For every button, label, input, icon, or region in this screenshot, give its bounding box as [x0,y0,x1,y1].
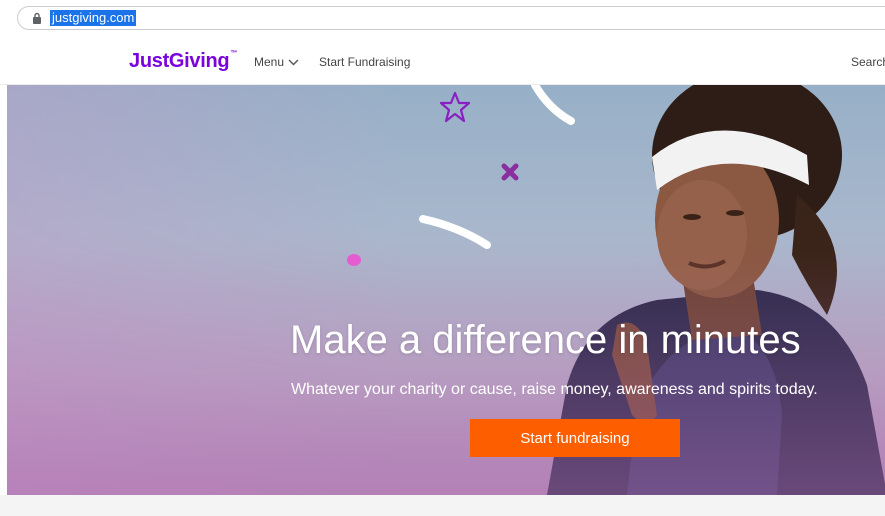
hero-bottom-tint [7,249,885,495]
hero-title: Make a difference in minutes [290,318,801,362]
star-icon [439,91,471,123]
hero-subtitle: Whatever your charity or cause, raise mo… [291,381,818,398]
chevron-down-icon [288,59,299,65]
white-streak-icon [419,215,491,249]
logo-text: JustGiving [129,50,230,72]
white-streak-icon [531,85,575,125]
browser-address-bar: justgiving.com [0,0,885,40]
cross-confetti-icon [501,163,519,181]
justgiving-logo[interactable]: JustGiving™ [129,50,237,73]
menu-label: Menu [254,55,285,69]
url-text[interactable]: justgiving.com [50,10,137,26]
pink-dot-icon [347,254,361,266]
hero-banner: Make a difference in minutes Whatever yo… [7,85,885,495]
url-field[interactable]: justgiving.com [17,6,885,30]
site-header: JustGiving™ Menu Start Fundraising Searc… [0,40,885,85]
search-link[interactable]: Search [851,55,885,69]
below-hero-section [0,495,885,516]
menu-button[interactable]: Menu [254,55,299,69]
logo-trademark: ™ [230,50,238,57]
lock-icon [33,12,41,24]
start-fundraising-button[interactable]: Start fundraising [470,419,680,457]
start-fundraising-link[interactable]: Start Fundraising [319,55,410,69]
